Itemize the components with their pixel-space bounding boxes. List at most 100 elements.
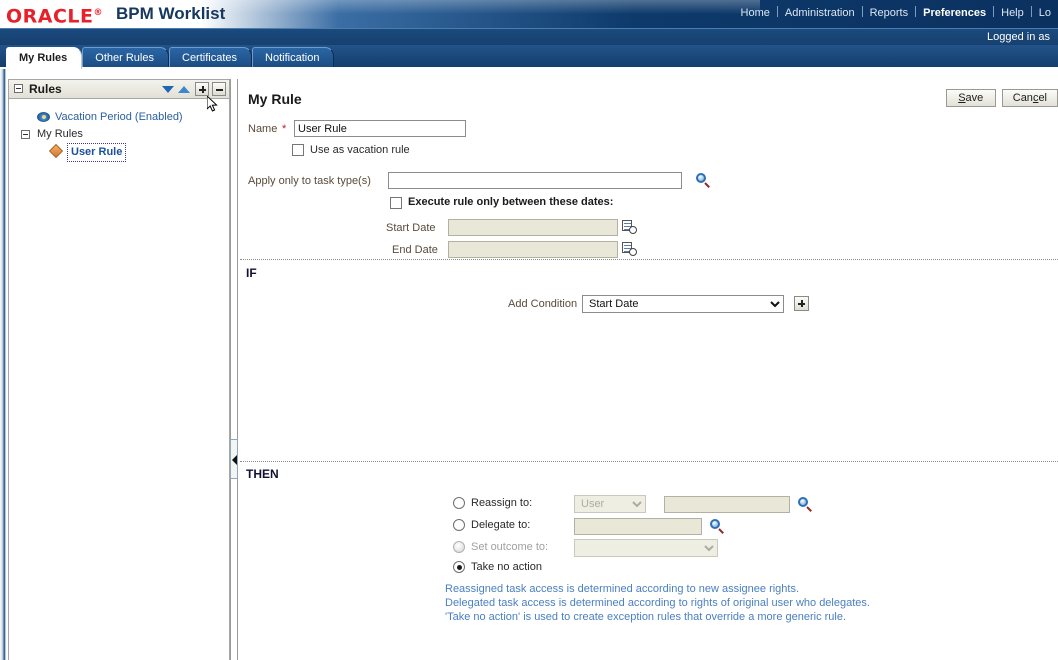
topnav-item-home[interactable]: Home: [734, 7, 777, 19]
tab-strip: My Rules Other Rules Certificates Notifi…: [0, 45, 1058, 69]
set-outcome-label: Set outcome to:: [471, 541, 549, 553]
delegate-radio[interactable]: [453, 519, 465, 531]
set-outcome-radio[interactable]: [453, 541, 465, 553]
execute-between-dates-checkbox[interactable]: [390, 197, 402, 209]
topnav-item-help[interactable]: Help: [994, 7, 1031, 19]
end-date-label: End Date: [392, 244, 438, 256]
rule-editor-panel: My Rule Save Cancel Name * Use as vacatio…: [240, 79, 1058, 660]
use-as-vacation-rule-checkbox[interactable]: [292, 144, 304, 156]
delegate-label: Delegate to:: [471, 519, 531, 531]
reassign-label: Reassign to:: [471, 497, 533, 509]
execute-between-row: Execute rule only between these dates:: [240, 193, 1058, 217]
name-input[interactable]: [294, 120, 466, 137]
execute-between-dates-label: Execute rule only between these dates:: [408, 196, 614, 208]
if-section-label: IF: [246, 266, 257, 280]
delegate-search-icon[interactable]: [710, 519, 724, 534]
add-rule-button[interactable]: [195, 82, 209, 96]
tree-item-my-rules[interactable]: My Rules: [9, 126, 229, 143]
oracle-logo-mark: ®: [93, 8, 104, 18]
app-title: BPM Worklist: [116, 4, 226, 23]
minus-box-icon[interactable]: [14, 84, 23, 93]
add-condition-label: Add Condition: [508, 298, 578, 310]
vacation-rule-row: Use as vacation rule: [240, 141, 1058, 163]
minus-box-icon[interactable]: [21, 130, 30, 139]
action-buttons: Save Cancel: [940, 89, 1058, 107]
name-row: Name *: [240, 119, 1058, 141]
set-outcome-select[interactable]: [574, 539, 718, 557]
start-date-input[interactable]: [448, 219, 618, 236]
then-section-label: THEN: [246, 467, 279, 481]
sidebar-title: Rules: [29, 82, 62, 96]
tree-item-label: My Rules: [37, 128, 83, 140]
cancel-button[interactable]: Cancel: [1001, 89, 1058, 107]
tree-item-user-rule[interactable]: User Rule: [9, 143, 229, 162]
reassign-search-icon[interactable]: [798, 497, 812, 512]
vacation-eye-icon: [37, 111, 50, 123]
add-condition-button[interactable]: [794, 296, 809, 311]
reassign-row: Reassign to: User: [240, 494, 1058, 516]
take-no-action-label: Take no action: [471, 561, 542, 573]
sort-up-icon[interactable]: [178, 85, 190, 93]
tree-item-vacation-period[interactable]: Vacation Period (Enabled): [9, 109, 229, 126]
logged-in-bar: Logged in as: [0, 28, 1058, 45]
task-type-search-icon[interactable]: [696, 173, 710, 188]
add-condition-select[interactable]: Start Date: [582, 295, 784, 313]
if-separator: [240, 259, 1058, 260]
tab-my-rules[interactable]: My Rules: [6, 47, 83, 69]
oracle-logo: ORACLE®: [6, 2, 103, 27]
topnav-item-reports[interactable]: Reports: [863, 7, 916, 19]
help-line-take-no-action: 'Take no action' is used to create excep…: [445, 611, 847, 623]
rule-diamond-icon: [48, 143, 64, 159]
topnav-item-administration[interactable]: Administration: [778, 7, 862, 19]
delegate-row: Delegate to:: [240, 516, 1058, 538]
top-navigation: Home Administration Reports Preferences Help…: [734, 6, 1058, 19]
topnav-item-logout[interactable]: Lo: [1032, 7, 1058, 19]
end-date-row: End Date: [240, 239, 1058, 261]
use-as-vacation-rule-label: Use as vacation rule: [310, 144, 410, 156]
name-label: Name: [248, 123, 278, 135]
tab-certificates[interactable]: Certificates: [169, 47, 253, 69]
rule-form: Name * Use as vacation rule Apply only t…: [240, 119, 1058, 623]
end-date-input[interactable]: [448, 241, 618, 258]
sidebar-toolbar: [160, 82, 226, 96]
tree-item-label: User Rule: [67, 143, 127, 162]
panel-splitter[interactable]: [230, 79, 238, 660]
set-outcome-row: Set outcome to:: [240, 538, 1058, 560]
tab-notification[interactable]: Notification: [252, 47, 335, 69]
help-line-delegated: Delegated task access is determined acco…: [445, 597, 870, 609]
required-marker: *: [282, 123, 287, 135]
reassign-radio[interactable]: [453, 497, 465, 509]
task-type-row: Apply only to task type(s): [240, 163, 1058, 193]
collapse-panel-handle[interactable]: [230, 439, 238, 479]
rules-tree: Vacation Period (Enabled) My Rules User …: [9, 99, 229, 162]
save-button[interactable]: Save: [945, 89, 996, 107]
take-no-action-row: Take no action: [240, 558, 1058, 580]
sort-down-icon[interactable]: [162, 85, 174, 93]
start-date-calendar-icon[interactable]: [622, 220, 637, 234]
left-rail: [0, 69, 6, 660]
tab-other-rules[interactable]: Other Rules: [82, 47, 169, 69]
logged-in-as-label: Logged in as: [987, 31, 1050, 43]
remove-rule-button[interactable]: [212, 82, 226, 96]
task-type-label: Apply only to task type(s): [248, 175, 371, 187]
oracle-logo-text: ORACLE: [6, 5, 94, 28]
delegate-user-input[interactable]: [574, 518, 702, 535]
tab-list: My Rules Other Rules Certificates Notifi…: [6, 45, 335, 69]
start-date-row: Start Date: [240, 217, 1058, 239]
page-title: My Rule: [248, 91, 302, 107]
end-date-calendar-icon[interactable]: [622, 242, 637, 256]
brand-header: ORACLE® BPM Worklist Home Administration R…: [0, 0, 1058, 28]
take-no-action-radio[interactable]: [453, 561, 465, 573]
tree-item-label: Vacation Period (Enabled): [55, 111, 183, 123]
reassign-user-input[interactable]: [664, 496, 790, 513]
header-sheen: [200, 0, 760, 14]
sidebar-header: Rules: [9, 80, 229, 112]
content-area: Rules Vacation Period (Enabled) My Rules…: [0, 69, 1058, 660]
then-separator: [240, 461, 1058, 462]
start-date-label: Start Date: [386, 222, 436, 234]
rules-sidebar: Rules Vacation Period (Enabled) My Rules…: [8, 79, 230, 660]
task-type-input[interactable]: [388, 172, 682, 189]
reassign-type-select[interactable]: User: [574, 495, 646, 513]
help-line-reassigned: Reassigned task access is determined acc…: [445, 583, 800, 595]
topnav-item-preferences[interactable]: Preferences: [916, 7, 993, 19]
